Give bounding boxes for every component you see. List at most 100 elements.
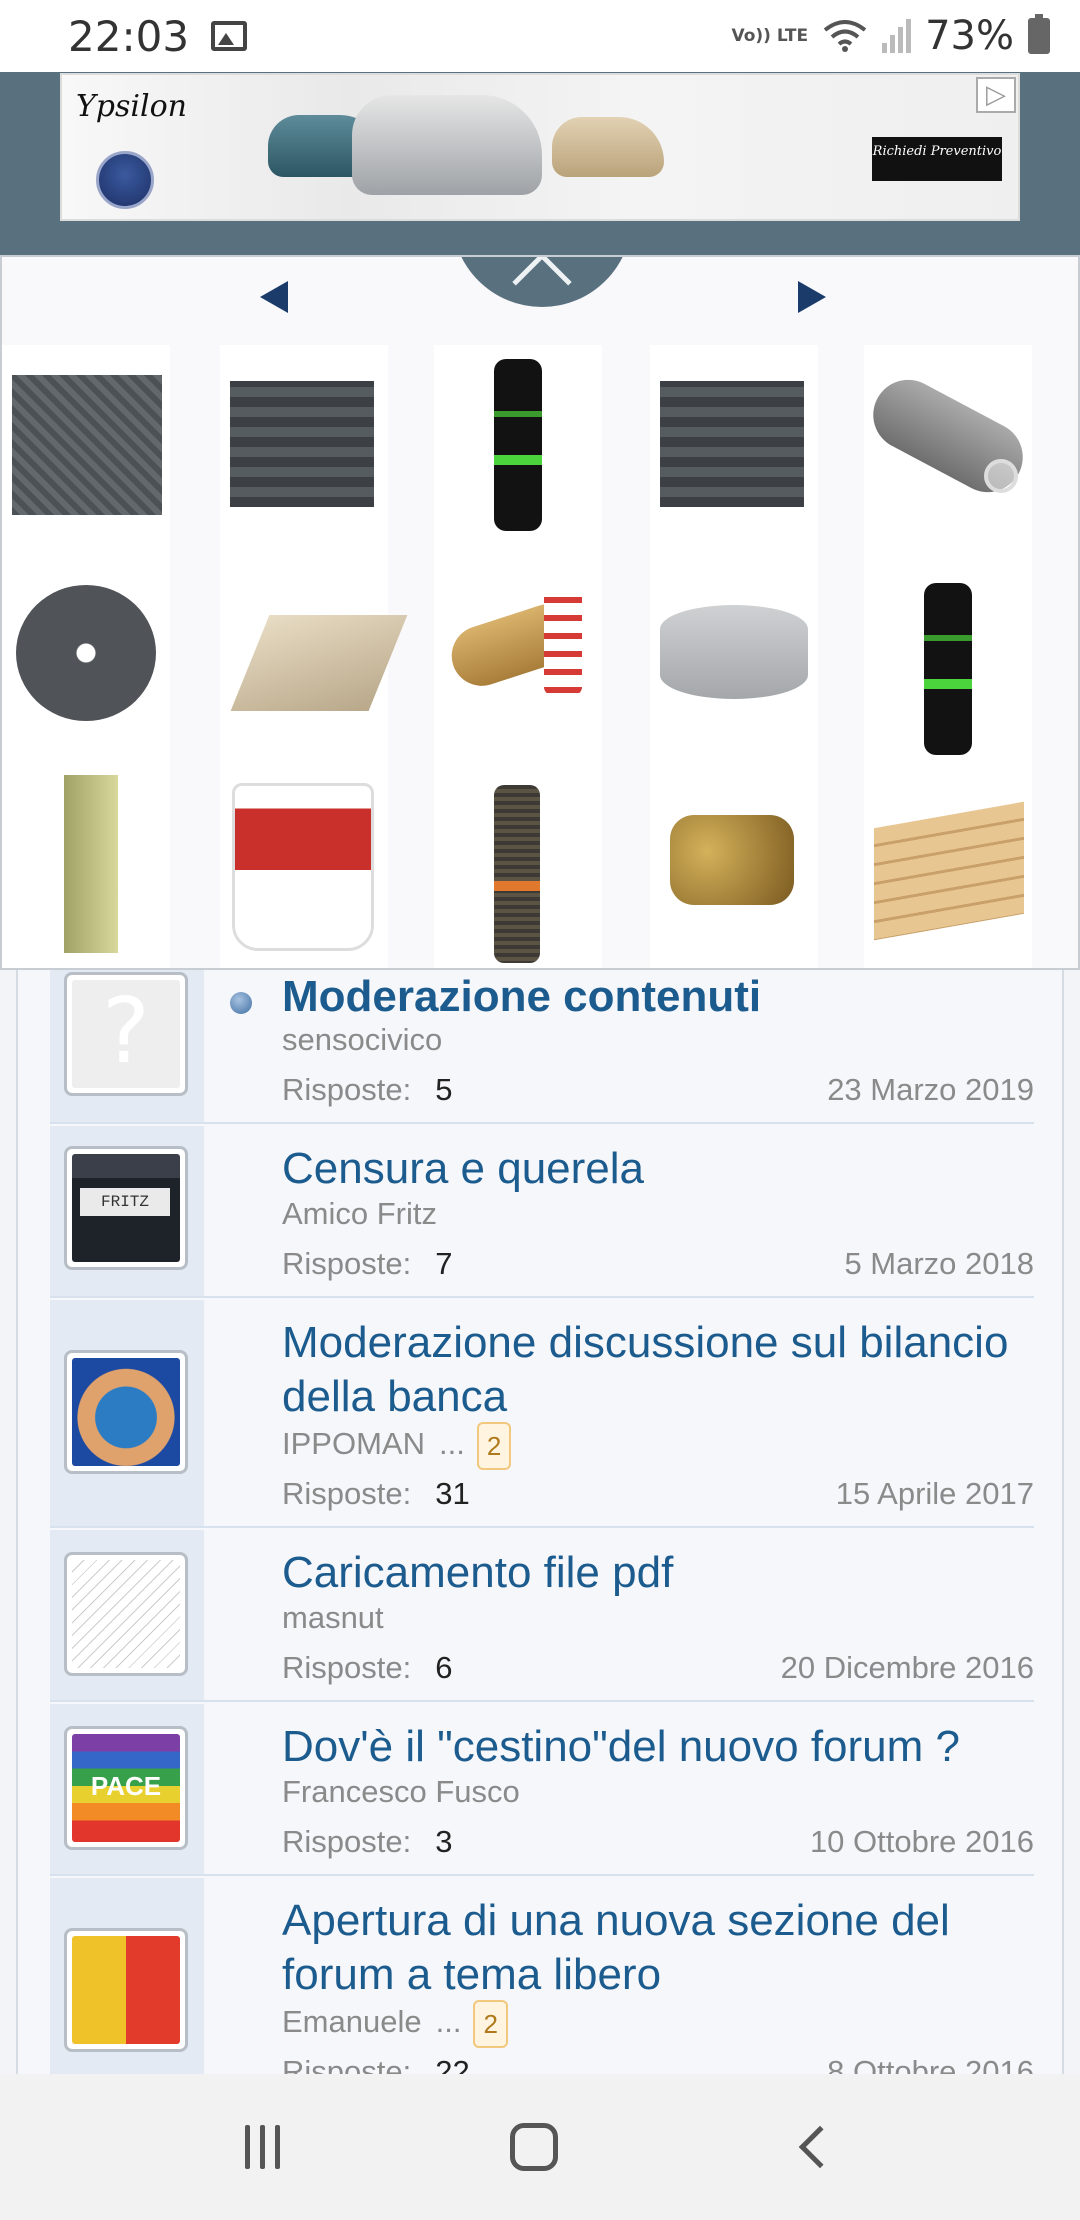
thread-title[interactable]: Moderazione contenuti: [282, 970, 1022, 1024]
product-foam-disc[interactable]: [16, 585, 156, 721]
replies-label: Risposte:: [282, 1824, 412, 1859]
zoom-icon[interactable]: [984, 459, 1018, 493]
avatar[interactable]: [64, 1350, 188, 1474]
lancia-logo: [96, 151, 154, 209]
carousel-column: [434, 345, 602, 968]
unread-indicator-icon: [230, 992, 252, 1014]
recent-apps-icon[interactable]: [245, 2125, 281, 2169]
thread-author[interactable]: sensocivico: [282, 1022, 442, 1058]
replies-label: Risposte:: [282, 2054, 412, 2074]
product-fiber-panel[interactable]: [230, 615, 408, 711]
product-black-membrane-roll[interactable]: [494, 359, 542, 531]
replies-label: Risposte:: [282, 1476, 412, 1511]
collapse-ad-button[interactable]: [452, 257, 632, 312]
product-soundproof-mat[interactable]: [12, 375, 162, 515]
status-bar: 22:03 Vo)) LTE 73%: [0, 0, 1080, 72]
thread-title[interactable]: Censura e querela: [282, 1142, 1022, 1196]
product-wood-planks[interactable]: [874, 801, 1024, 941]
battery-icon: [1028, 14, 1050, 54]
product-rockwool-roll-wrapped[interactable]: [544, 585, 582, 695]
replies-count: 5: [435, 1072, 453, 1107]
author-name[interactable]: IPPOMAN: [282, 1426, 425, 1461]
avatar[interactable]: [64, 1928, 188, 2052]
ad-car-image: [352, 95, 542, 195]
table-row[interactable]: ? Moderazione contenuti sensocivico Risp…: [50, 970, 1034, 1124]
replies-row: Risposte: 31 15 Aprile 2017: [282, 1476, 1034, 1512]
avatar-image: FRITZ: [72, 1154, 180, 1262]
thread-author[interactable]: Amico Fritz: [282, 1196, 437, 1232]
carousel-column: [860, 345, 1036, 968]
thread-title[interactable]: Apertura di una nuova sezione del forum …: [282, 1894, 1022, 2002]
carousel-column: [2, 345, 170, 968]
replies-row: Risposte: 7 5 Marzo 2018: [282, 1246, 1034, 1282]
product-black-membrane-roll[interactable]: [924, 583, 972, 755]
product-insulation-board[interactable]: [64, 775, 118, 953]
page-badge[interactable]: 2: [476, 1422, 512, 1470]
product-camonfix-bucket[interactable]: [232, 783, 374, 951]
replies-count: 3: [435, 1824, 453, 1859]
thread-author[interactable]: Francesco Fusco: [282, 1774, 520, 1810]
page-ellipsis: ...: [438, 1426, 465, 1462]
replies-label: Risposte:: [282, 1072, 412, 1107]
page-badge[interactable]: 2: [473, 2000, 508, 2048]
avatar-image: [72, 1358, 180, 1466]
table-row[interactable]: Caricamento file pdf masnut Risposte: 6 …: [50, 1530, 1034, 1702]
thread-title[interactable]: Dov'è il "cestino"del nuovo forum ?: [282, 1720, 1022, 1774]
product-pyramid-foam-panel[interactable]: [230, 381, 374, 507]
thread-date: 5 Marzo 2018: [844, 1246, 1034, 1281]
arrow-left-icon[interactable]: [260, 281, 288, 313]
thread-author: IPPOMAN... 2: [282, 1422, 512, 1470]
thread-date: 10 Ottobre 2016: [809, 1824, 1034, 1859]
avatar-placeholder: ?: [72, 980, 180, 1088]
replies-row: Risposte: 6 20 Dicembre 2016: [282, 1650, 1034, 1686]
avatar[interactable]: FRITZ: [64, 1146, 188, 1270]
replies-count: 6: [435, 1650, 453, 1685]
battery-percent: 73%: [925, 13, 1014, 59]
gallery-notification-icon: [211, 21, 248, 51]
avatar[interactable]: [64, 1552, 188, 1676]
replies-label: Risposte:: [282, 1246, 412, 1281]
table-row[interactable]: Moderazione discussione sul bilancio del…: [50, 1300, 1034, 1528]
system-nav-bar: [0, 2074, 1080, 2220]
home-icon[interactable]: [510, 2123, 559, 2171]
ad-banner[interactable]: Ypsilon Richiedi Preventivo ▷: [60, 73, 1020, 221]
carousel-column: [650, 345, 818, 968]
wifi-icon: [823, 20, 867, 52]
ad-cta-button[interactable]: Richiedi Preventivo: [872, 137, 1002, 181]
replies-row: Risposte: 3 10 Ottobre 2016: [282, 1824, 1034, 1860]
ad-car-image: [552, 117, 664, 177]
page-ellipsis: ...: [435, 2004, 462, 2040]
replies-count: 7: [435, 1246, 453, 1281]
ad-band: Ypsilon Richiedi Preventivo ▷: [0, 72, 1080, 255]
table-row[interactable]: FRITZ Censura e querela Amico Fritz Risp…: [50, 1126, 1034, 1298]
thread-author: Emanuele... 2: [282, 2000, 508, 2048]
author-name[interactable]: Emanuele: [282, 2004, 422, 2039]
thread-title[interactable]: Moderazione discussione sul bilancio del…: [282, 1316, 1022, 1424]
signal-icon: [882, 19, 912, 53]
arrow-right-icon[interactable]: [798, 281, 826, 313]
thread-date: 23 Marzo 2019: [827, 1072, 1034, 1107]
avatar[interactable]: ?: [64, 972, 188, 1096]
avatar[interactable]: PACE: [64, 1726, 188, 1850]
product-pipe-clamp[interactable]: [670, 815, 794, 905]
replies-count: 22: [435, 2054, 470, 2074]
product-edge-tape-roll[interactable]: [660, 605, 808, 699]
table-row[interactable]: PACE Dov'è il "cestino"del nuovo forum ?…: [50, 1704, 1034, 1876]
table-row[interactable]: Apertura di una nuova sezione del forum …: [50, 1878, 1034, 2074]
chevron-up-icon: [512, 257, 572, 312]
replies-row: Risposte: 5 23 Marzo 2019: [282, 1072, 1034, 1108]
thread-author[interactable]: masnut: [282, 1600, 384, 1636]
status-indicators: Vo)) LTE 73%: [732, 13, 1050, 59]
plate-text: FRITZ: [80, 1188, 170, 1216]
avatar-image: [72, 1936, 180, 2044]
thread-date: 8 Ottobre 2016: [827, 2054, 1034, 2074]
ad-brand-logo: Ypsilon: [76, 89, 187, 124]
replies-label: Risposte:: [282, 1650, 412, 1685]
adchoices-icon[interactable]: ▷: [976, 77, 1016, 113]
back-icon[interactable]: [798, 2125, 842, 2169]
thread-title[interactable]: Caricamento file pdf: [282, 1546, 1022, 1600]
avatar-image: [72, 1560, 180, 1668]
product-cork-membrane-roll[interactable]: [494, 785, 540, 963]
product-pyramid-foam-panel[interactable]: [660, 381, 804, 507]
avatar-image: PACE: [72, 1734, 180, 1842]
